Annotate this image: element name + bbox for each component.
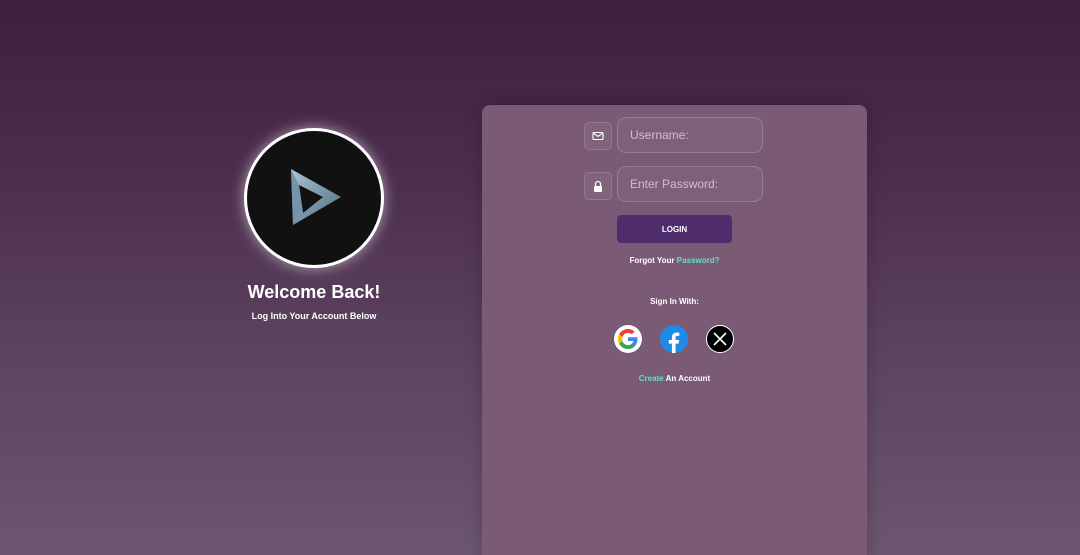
google-icon[interactable] [614,325,642,353]
password-input[interactable] [617,166,763,202]
welcome-subtitle: Log Into Your Account Below [251,311,377,321]
brand-logo-area [244,128,384,268]
forgot-password-link[interactable]: Password? [677,256,720,265]
create-account-suffix: An Account [663,374,711,383]
facebook-icon[interactable] [660,325,688,353]
play-logo [244,128,384,268]
play-logo-icon [291,169,341,225]
lock-icon [584,172,612,200]
create-account-text: Create An Account [482,374,867,383]
create-account-link[interactable]: Create [639,374,664,383]
login-panel: LOGIN Forgot Your Password? Sign In With… [482,105,867,555]
welcome-title: Welcome Back! [247,282,381,302]
sign-in-with-label: Sign In With: [650,297,699,306]
forgot-prefix: Forgot Your [629,256,677,265]
x-icon[interactable] [706,325,734,353]
login-button[interactable]: LOGIN [617,215,732,243]
forgot-password-text: Forgot Your Password? [482,256,867,265]
mail-icon [584,122,612,150]
username-input[interactable] [617,117,763,153]
